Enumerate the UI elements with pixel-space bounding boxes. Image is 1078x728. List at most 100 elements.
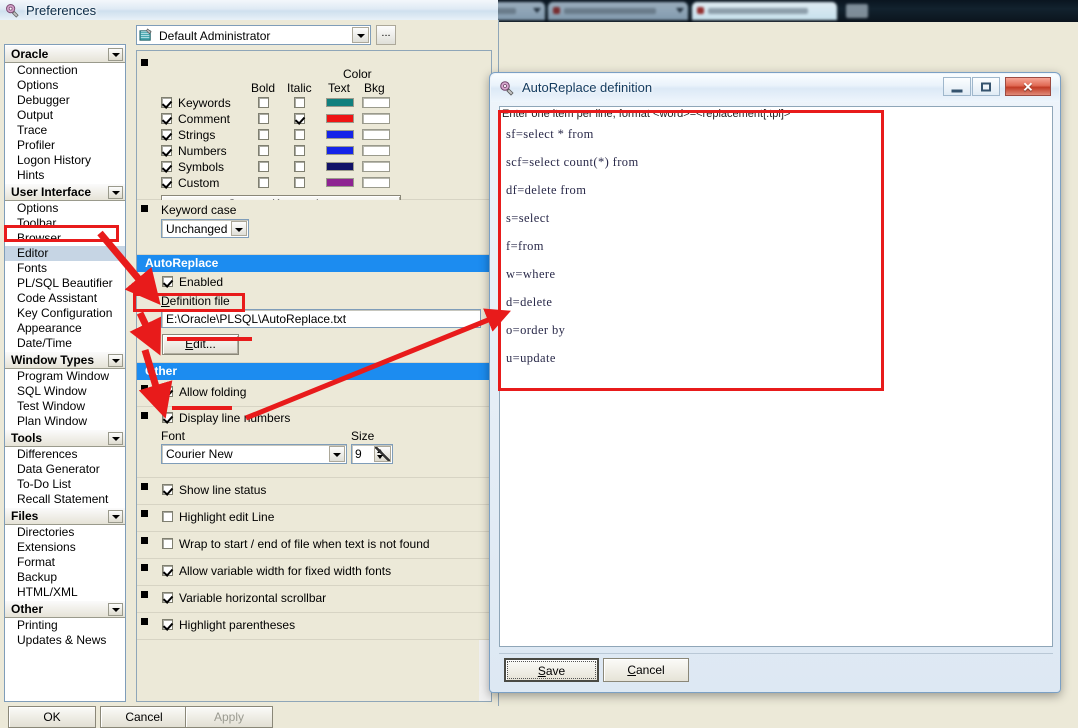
sidebar-item-debugger[interactable]: Debugger: [5, 93, 125, 108]
chevron-down-icon[interactable]: [108, 354, 123, 367]
chevron-down-icon[interactable]: [108, 603, 123, 616]
chevron-down-icon[interactable]: [329, 446, 345, 462]
allow-folding-checkbox[interactable]: [162, 386, 173, 397]
syntax-bkg-color-swatch[interactable]: [362, 161, 390, 172]
ok-button[interactable]: OK: [8, 706, 96, 728]
sidebar-item-logon-history[interactable]: Logon History: [5, 153, 125, 168]
syntax-italic-checkbox[interactable]: [294, 129, 305, 140]
syntax-bold-checkbox[interactable]: [258, 97, 269, 108]
sidebar-item-plan-window[interactable]: Plan Window: [5, 414, 125, 429]
sidebar-item-ui-options[interactable]: Options: [5, 201, 125, 216]
syntax-text-color-swatch[interactable]: [326, 178, 354, 187]
syntax-enabled-checkbox[interactable]: [161, 161, 172, 172]
wrap-to-start-end-checkbox[interactable]: [162, 538, 173, 549]
syntax-enabled-checkbox[interactable]: [161, 113, 172, 124]
syntax-enabled-checkbox[interactable]: [161, 97, 172, 108]
definition-file-input[interactable]: E:\Oracle\PLSQL\AutoReplace.txt: [161, 309, 481, 328]
sidebar-item-program-window[interactable]: Program Window: [5, 369, 125, 384]
autoreplace-enabled-checkbox[interactable]: [162, 276, 173, 287]
syntax-text-color-swatch[interactable]: [326, 162, 354, 171]
syntax-bold-checkbox[interactable]: [258, 145, 269, 156]
keyword-case-combo[interactable]: Unchanged: [161, 219, 249, 238]
sidebar-item-appearance[interactable]: Appearance: [5, 321, 125, 336]
sidebar-item-data-generator[interactable]: Data Generator: [5, 462, 125, 477]
tree-group-tools[interactable]: Tools: [5, 429, 125, 447]
cancel-button[interactable]: Cancel: [100, 706, 188, 728]
sidebar-item-connection[interactable]: Connection: [5, 63, 125, 78]
syntax-bkg-color-swatch[interactable]: [362, 129, 390, 140]
syntax-italic-checkbox[interactable]: [294, 145, 305, 156]
sidebar-item-profiler[interactable]: Profiler: [5, 138, 125, 153]
chevron-down-icon[interactable]: [108, 48, 123, 61]
font-combo[interactable]: Courier New: [161, 444, 347, 464]
apply-button[interactable]: Apply: [185, 706, 273, 728]
tree-group-other[interactable]: Other: [5, 600, 125, 618]
syntax-text-color-swatch[interactable]: [326, 130, 354, 139]
sidebar-item-differences[interactable]: Differences: [5, 447, 125, 462]
display-line-numbers-checkbox[interactable]: [162, 412, 173, 423]
administrator-combo[interactable]: Default Administrator: [136, 25, 371, 45]
syntax-bkg-color-swatch[interactable]: [362, 177, 390, 188]
tree-group-oracle[interactable]: Oracle: [5, 45, 125, 63]
syntax-enabled-checkbox[interactable]: [161, 145, 172, 156]
sidebar-item-todo-list[interactable]: To-Do List: [5, 477, 125, 492]
tree-group-user-interface[interactable]: User Interface: [5, 183, 125, 201]
sidebar-item-extensions[interactable]: Extensions: [5, 540, 125, 555]
chevron-down-icon[interactable]: [352, 27, 369, 43]
sidebar-item-code-assistant[interactable]: Code Assistant: [5, 291, 125, 306]
syntax-text-color-swatch[interactable]: [326, 146, 354, 155]
dialog-cancel-button[interactable]: Cancel: [603, 658, 689, 682]
syntax-text-color-swatch[interactable]: [326, 98, 354, 107]
dialog-save-button[interactable]: Save: [504, 658, 599, 682]
sidebar-item-directories[interactable]: Directories: [5, 525, 125, 540]
syntax-italic-checkbox[interactable]: [294, 177, 305, 188]
sidebar-item-options[interactable]: Options: [5, 78, 125, 93]
sidebar-item-key-configuration[interactable]: Key Configuration: [5, 306, 125, 321]
sidebar-item-format[interactable]: Format: [5, 555, 125, 570]
preferences-tree[interactable]: Oracle Connection Options Debugger Outpu…: [4, 44, 126, 702]
sidebar-item-plsql-beautifier[interactable]: PL/SQL Beautifier: [5, 276, 125, 291]
syntax-italic-checkbox[interactable]: [294, 97, 305, 108]
sidebar-item-sql-window[interactable]: SQL Window: [5, 384, 125, 399]
syntax-italic-checkbox[interactable]: [294, 161, 305, 172]
show-line-status-checkbox[interactable]: [162, 484, 173, 495]
maximize-icon[interactable]: [972, 77, 1000, 96]
sidebar-item-browser[interactable]: Browser: [5, 231, 125, 246]
syntax-bold-checkbox[interactable]: [258, 161, 269, 172]
minimize-icon[interactable]: [943, 77, 971, 96]
sidebar-item-hints[interactable]: Hints: [5, 168, 125, 183]
tree-group-files[interactable]: Files: [5, 507, 125, 525]
syntax-bold-checkbox[interactable]: [258, 129, 269, 140]
sidebar-item-trace[interactable]: Trace: [5, 123, 125, 138]
syntax-enabled-checkbox[interactable]: [161, 129, 172, 140]
autoreplace-memo[interactable]: sf=select * from scf=select count(*) fro…: [502, 122, 1050, 644]
sidebar-item-printing[interactable]: Printing: [5, 618, 125, 633]
sidebar-item-output[interactable]: Output: [5, 108, 125, 123]
syntax-bkg-color-swatch[interactable]: [362, 97, 390, 108]
sidebar-item-html-xml[interactable]: HTML/XML: [5, 585, 125, 600]
highlight-parentheses-checkbox[interactable]: [162, 619, 173, 630]
administrator-browse-button[interactable]: ...: [376, 25, 396, 45]
variable-width-fixed-fonts-checkbox[interactable]: [162, 565, 173, 576]
variable-horizontal-scrollbar-checkbox[interactable]: [162, 592, 173, 603]
sidebar-item-backup[interactable]: Backup: [5, 570, 125, 585]
chevron-down-icon[interactable]: [108, 510, 123, 523]
sidebar-item-recall-statement[interactable]: Recall Statement: [5, 492, 125, 507]
sidebar-item-fonts[interactable]: Fonts: [5, 261, 125, 276]
sidebar-item-test-window[interactable]: Test Window: [5, 399, 125, 414]
syntax-bkg-color-swatch[interactable]: [362, 145, 390, 156]
chevron-down-icon[interactable]: [231, 221, 247, 236]
stepper-arrows-icon[interactable]: [374, 446, 391, 462]
sidebar-item-updates-news[interactable]: Updates & News: [5, 633, 125, 648]
chevron-down-icon[interactable]: [108, 432, 123, 445]
highlight-edit-line-checkbox[interactable]: [162, 511, 173, 522]
edit-button[interactable]: Edit...: [162, 334, 239, 355]
tree-group-window-types[interactable]: Window Types: [5, 351, 125, 369]
syntax-italic-checkbox[interactable]: [294, 113, 305, 124]
syntax-text-color-swatch[interactable]: [326, 114, 354, 123]
sidebar-item-toolbar[interactable]: Toolbar: [5, 216, 125, 231]
syntax-bold-checkbox[interactable]: [258, 113, 269, 124]
sidebar-item-editor[interactable]: Editor: [5, 246, 125, 261]
chevron-down-icon[interactable]: [108, 186, 123, 199]
syntax-bkg-color-swatch[interactable]: [362, 113, 390, 124]
